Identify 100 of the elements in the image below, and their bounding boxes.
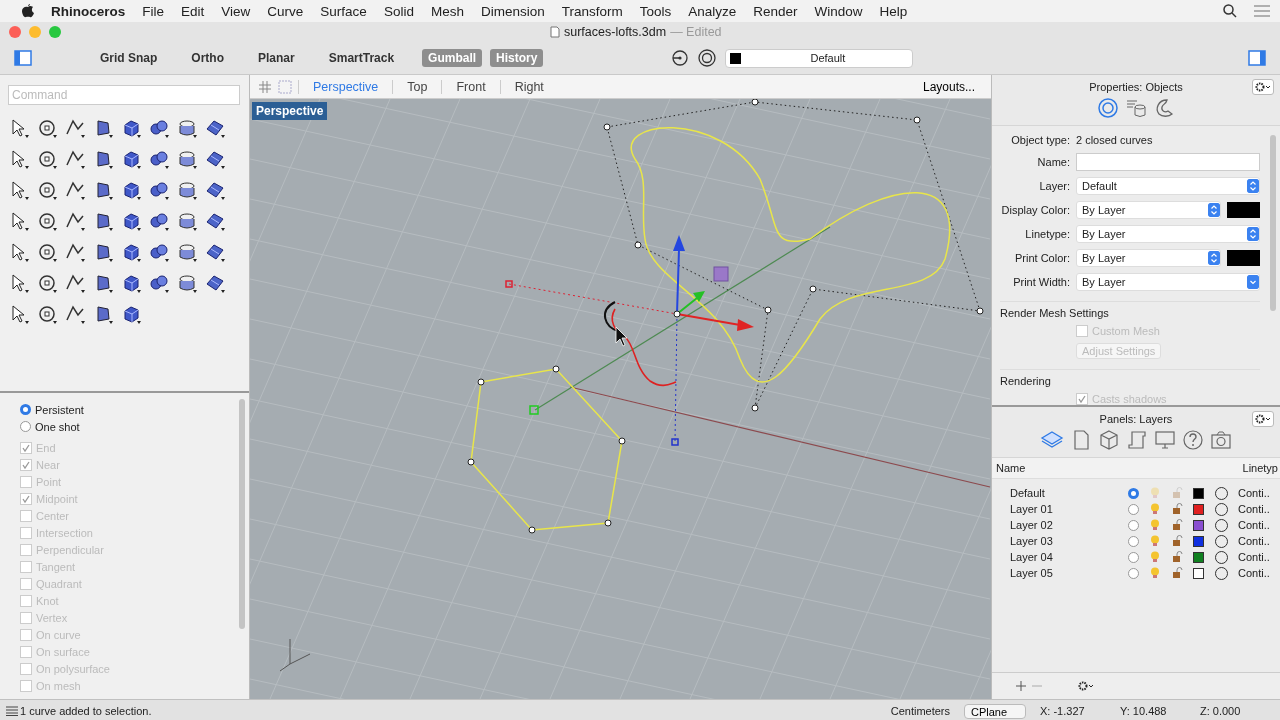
lightbulb-icon[interactable] xyxy=(1150,551,1160,563)
handle-icon[interactable] xyxy=(529,405,539,415)
menu-item[interactable]: Render xyxy=(753,3,798,19)
menu-item[interactable]: Help xyxy=(879,3,908,19)
help-icon[interactable] xyxy=(1182,429,1204,451)
layer-dropdown[interactable]: Default xyxy=(725,48,914,68)
current-layer-radio[interactable] xyxy=(1127,567,1139,579)
select-field[interactable]: By Layer xyxy=(1076,249,1221,267)
layer-name[interactable]: Layer 05 xyxy=(1010,567,1122,579)
handle-icon[interactable] xyxy=(671,438,679,446)
tool-icon[interactable] xyxy=(36,303,58,325)
dropdown-field[interactable]: By Layer xyxy=(1076,273,1260,291)
gear-menu-button[interactable] xyxy=(1252,411,1274,427)
toggle-button[interactable]: Planar xyxy=(252,49,301,67)
scrollbar[interactable] xyxy=(239,399,245,629)
tool-icon[interactable] xyxy=(36,179,58,201)
layer-name[interactable]: Layer 03 xyxy=(1010,535,1122,547)
layer-name[interactable]: Layer 02 xyxy=(1010,519,1122,531)
toggle-button[interactable]: Ortho xyxy=(185,49,230,67)
current-layer-radio[interactable] xyxy=(1127,503,1139,515)
tool-icon[interactable] xyxy=(64,241,86,263)
tool-icon[interactable] xyxy=(176,148,198,170)
tool-icon[interactable] xyxy=(176,241,198,263)
tool-icon[interactable] xyxy=(36,210,58,232)
column-header[interactable]: Linetyp xyxy=(1242,462,1278,474)
current-layer-radio[interactable] xyxy=(1127,519,1139,531)
layouts-button[interactable]: Layouts... xyxy=(916,78,981,95)
lightbulb-icon[interactable] xyxy=(1150,535,1160,547)
plane-dropdown[interactable]: CPlane xyxy=(964,703,1026,719)
tool-icon[interactable] xyxy=(36,117,58,139)
object-icon[interactable] xyxy=(1097,97,1119,119)
scrollbar[interactable] xyxy=(1270,135,1276,311)
add-icon[interactable] xyxy=(1016,681,1026,691)
gear-menu-button[interactable] xyxy=(1252,79,1274,95)
app-menu[interactable]: Rhinoceros xyxy=(51,3,126,19)
lock-icon[interactable] xyxy=(1171,551,1183,563)
command-field[interactable]: Command xyxy=(8,85,240,105)
tool-icon[interactable] xyxy=(36,241,58,263)
current-layer-radio[interactable] xyxy=(1127,535,1139,547)
gumball-drawing[interactable] xyxy=(673,235,754,331)
tool-icon[interactable] xyxy=(36,148,58,170)
circle-icon[interactable] xyxy=(697,48,718,68)
color-swatch[interactable] xyxy=(1227,202,1260,218)
sidebar-toggle-icon[interactable] xyxy=(1248,50,1266,66)
layer-name[interactable]: Layer 04 xyxy=(1010,551,1122,563)
tool-icon[interactable] xyxy=(64,117,86,139)
menu-item[interactable]: Tools xyxy=(639,3,672,19)
current-layer-radio[interactable] xyxy=(1127,551,1139,563)
menu-item[interactable]: View xyxy=(221,3,251,19)
menu-item[interactable]: Edit xyxy=(181,3,205,19)
layer-name[interactable]: Default xyxy=(1010,487,1122,499)
viewport-tab[interactable]: Top xyxy=(392,79,442,94)
lock-icon[interactable] xyxy=(1171,567,1183,579)
menu-item[interactable]: Surface xyxy=(320,3,367,19)
layer-name[interactable]: Layer 01 xyxy=(1010,503,1122,515)
tool-icon[interactable] xyxy=(64,148,86,170)
layer-color-swatch[interactable] xyxy=(1193,503,1204,515)
tool-icon[interactable] xyxy=(64,210,86,232)
menu-item[interactable]: Analyze xyxy=(688,3,737,19)
lock-icon[interactable] xyxy=(1171,519,1183,531)
column-header[interactable]: Name xyxy=(996,462,1026,474)
layer-color-swatch[interactable] xyxy=(1193,551,1204,563)
layer-color-swatch[interactable] xyxy=(1193,519,1204,531)
toggle-button[interactable]: SmartTrack xyxy=(322,49,401,67)
viewport-tab[interactable]: Front xyxy=(441,79,500,94)
search-icon[interactable] xyxy=(1223,4,1237,18)
lightbulb-icon[interactable] xyxy=(1150,567,1160,579)
menu-item[interactable]: Mesh xyxy=(430,3,464,19)
tool-icon[interactable] xyxy=(148,210,170,232)
layer-color-swatch[interactable] xyxy=(1193,535,1204,547)
handle-icon[interactable] xyxy=(505,280,513,288)
menu-item[interactable]: Dimension xyxy=(480,3,545,19)
select-field[interactable]: Default xyxy=(1076,177,1260,195)
sidebar-toggle-icon[interactable] xyxy=(14,50,32,66)
target-icon[interactable] xyxy=(671,49,690,67)
apple-logo-icon[interactable] xyxy=(22,4,34,18)
lock-icon[interactable] xyxy=(1171,535,1183,547)
menu-item[interactable]: Window xyxy=(814,3,863,19)
menu-item[interactable]: Transform xyxy=(561,3,623,19)
tool-icon[interactable] xyxy=(176,117,198,139)
layer-color-swatch[interactable] xyxy=(1193,567,1204,579)
select-field[interactable]: By Layer xyxy=(1076,201,1221,219)
gear-icon[interactable] xyxy=(1078,681,1096,691)
tool-icon[interactable] xyxy=(148,179,170,201)
tool-icon[interactable] xyxy=(64,179,86,201)
cylinder-icon[interactable] xyxy=(1125,97,1147,119)
lightbulb-icon[interactable] xyxy=(1150,519,1160,531)
cube-icon[interactable] xyxy=(1098,429,1120,451)
tool-icon[interactable] xyxy=(64,303,86,325)
tool-icon[interactable] xyxy=(148,117,170,139)
tool-icon[interactable] xyxy=(36,272,58,294)
lightbulb-icon[interactable] xyxy=(1150,503,1160,515)
tool-icon[interactable] xyxy=(148,272,170,294)
name-field[interactable] xyxy=(1076,153,1260,171)
lock-icon[interactable] xyxy=(1171,503,1183,515)
layer-color-swatch[interactable] xyxy=(1193,487,1204,499)
color-swatch[interactable] xyxy=(1227,250,1260,266)
tool-icon[interactable] xyxy=(176,179,198,201)
viewport-tab[interactable]: Perspective xyxy=(298,79,393,94)
menu-item[interactable]: Curve xyxy=(267,3,304,19)
